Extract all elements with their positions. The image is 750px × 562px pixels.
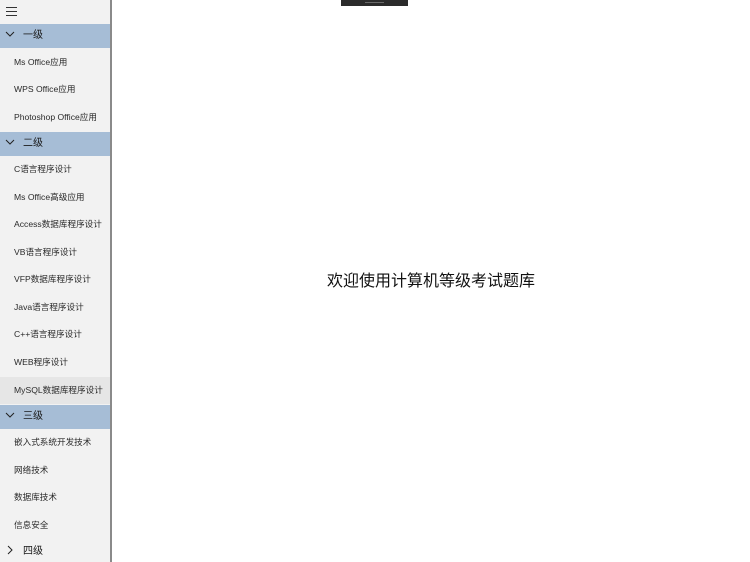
- sidebar-item-infosec[interactable]: 信息安全: [0, 512, 110, 539]
- sidebar-item-java[interactable]: Java语言程序设计: [0, 294, 110, 321]
- welcome-message: 欢迎使用计算机等级考试题库: [326, 273, 535, 290]
- sidebar-item-database[interactable]: 数据库技术: [0, 484, 110, 511]
- group-header-level-3[interactable]: 三级: [0, 405, 110, 429]
- group-label: 二级: [23, 138, 43, 149]
- chevron-down-icon: [5, 31, 15, 37]
- sidebar-item-web[interactable]: WEB程序设计: [0, 349, 110, 376]
- sidebar-item-network[interactable]: 网络技术: [0, 457, 110, 484]
- sidebar-item-ms-office-advanced[interactable]: Ms Office高级应用: [0, 184, 110, 211]
- sidebar-nav: 一级 Ms Office应用 WPS Office应用 Photoshop Of…: [0, 0, 112, 562]
- group-header-level-2[interactable]: 二级: [0, 132, 110, 156]
- chevron-right-icon: [7, 545, 13, 555]
- chevron-down-icon: [5, 412, 15, 418]
- group-label: 一级: [23, 30, 43, 41]
- sidebar-item-vb[interactable]: VB语言程序设计: [0, 239, 110, 266]
- chevron-down-icon: [5, 139, 15, 145]
- drag-grip-icon: [365, 2, 384, 3]
- sidebar-item-c-language[interactable]: C语言程序设计: [0, 156, 110, 183]
- sidebar-item-photoshop-office[interactable]: Photoshop Office应用: [0, 104, 110, 131]
- hamburger-menu-icon[interactable]: [6, 7, 17, 16]
- sidebar-item-wps-office[interactable]: WPS Office应用: [0, 76, 110, 103]
- sidebar-item-ms-office[interactable]: Ms Office应用: [0, 49, 110, 76]
- group-label: 三级: [23, 411, 43, 422]
- sidebar-item-mysql[interactable]: MySQL数据库程序设计: [0, 377, 110, 404]
- sidebar-item-cpp[interactable]: C++语言程序设计: [0, 321, 110, 348]
- sidebar-item-embedded[interactable]: 嵌入式系统开发技术: [0, 429, 110, 456]
- group-header-level-1[interactable]: 一级: [0, 24, 110, 48]
- group-header-level-4[interactable]: 四级: [0, 540, 110, 562]
- window-drag-handle[interactable]: [341, 0, 408, 6]
- group-label: 四级: [23, 546, 43, 557]
- sidebar-item-access[interactable]: Access数据库程序设计: [0, 211, 110, 238]
- sidebar-item-vfp[interactable]: VFP数据库程序设计: [0, 266, 110, 293]
